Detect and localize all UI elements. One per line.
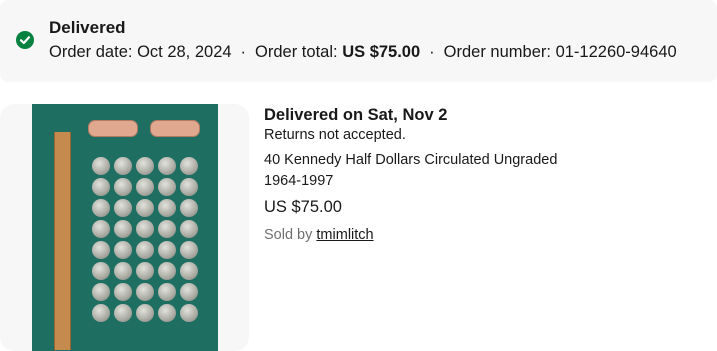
coin-graphic: [92, 220, 110, 238]
coin-graphic: [136, 283, 154, 301]
coin-graphic: [136, 178, 154, 196]
coin-graphic: [136, 241, 154, 259]
check-circle-icon: [16, 31, 34, 49]
ruler-graphic: [54, 132, 71, 350]
order-total: US $75.00: [342, 43, 421, 61]
coin-graphic: [158, 220, 176, 238]
item-title-line: 1964-1997: [264, 173, 334, 189]
coin-graphic: [114, 178, 132, 196]
coin-graphic: [180, 241, 198, 259]
coin-roll-graphic: [88, 120, 138, 137]
coin-graphic: [114, 157, 132, 175]
coin-graphic: [180, 262, 198, 280]
item-price: US $75.00: [264, 198, 342, 216]
coin-graphic: [114, 199, 132, 217]
coin-graphic: [92, 304, 110, 322]
coin-graphic: [158, 199, 176, 217]
coin-graphic: [136, 157, 154, 175]
coin-graphic: [92, 283, 110, 301]
order-status: Delivered: [49, 18, 126, 37]
coin-graphic: [136, 304, 154, 322]
coin-grid-graphic: [92, 157, 198, 322]
item-thumbnail[interactable]: [0, 104, 249, 351]
delivery-status: Delivered on Sat, Nov 2: [264, 106, 448, 124]
coin-graphic: [180, 178, 198, 196]
coin-graphic: [114, 220, 132, 238]
coin-graphic: [158, 241, 176, 259]
order-meta-line: Order date: Oct 28, 2024 · Order total: US…: [49, 42, 677, 62]
coin-graphic: [114, 262, 132, 280]
coin-graphic: [180, 157, 198, 175]
coin-graphic: [158, 262, 176, 280]
coin-graphic: [114, 283, 132, 301]
returns-policy: Returns not accepted.: [264, 127, 406, 143]
coin-graphic: [92, 157, 110, 175]
separator: ·: [429, 43, 435, 61]
coin-graphic: [136, 220, 154, 238]
coin-graphic: [180, 304, 198, 322]
coin-graphic: [114, 241, 132, 259]
coin-graphic: [136, 199, 154, 217]
order-number-label: Order number:: [443, 43, 551, 61]
order-date: Oct 28, 2024: [137, 43, 232, 61]
order-summary-panel: Delivered Order date: Oct 28, 2024 · Order…: [0, 0, 717, 82]
coin-graphic: [136, 262, 154, 280]
coin-graphic: [180, 283, 198, 301]
coin-graphic: [114, 304, 132, 322]
seller-link[interactable]: tmimlitch: [316, 227, 373, 243]
item-title[interactable]: 40 Kennedy Half Dollars Circulated Ungra…: [264, 150, 594, 192]
order-date-label: Order date:: [49, 43, 133, 61]
coin-graphic: [92, 262, 110, 280]
coin-graphic: [180, 220, 198, 238]
item-photo: [32, 104, 218, 351]
coin-graphic: [158, 178, 176, 196]
item-title-line: 40 Kennedy Half Dollars Circulated Ungra…: [264, 152, 558, 168]
separator: ·: [240, 43, 247, 61]
coin-graphic: [92, 199, 110, 217]
order-number: 01-12260-94640: [555, 43, 677, 61]
coin-graphic: [92, 241, 110, 259]
coin-roll-graphic: [150, 120, 200, 137]
coin-graphic: [158, 157, 176, 175]
order-total-label: Order total:: [255, 43, 338, 61]
coin-graphic: [180, 199, 198, 217]
coin-graphic: [158, 283, 176, 301]
sold-by-label: Sold by: [264, 227, 313, 243]
coin-graphic: [92, 178, 110, 196]
sold-by: Sold by tmimlitch: [264, 226, 374, 244]
coin-graphic: [158, 304, 176, 322]
